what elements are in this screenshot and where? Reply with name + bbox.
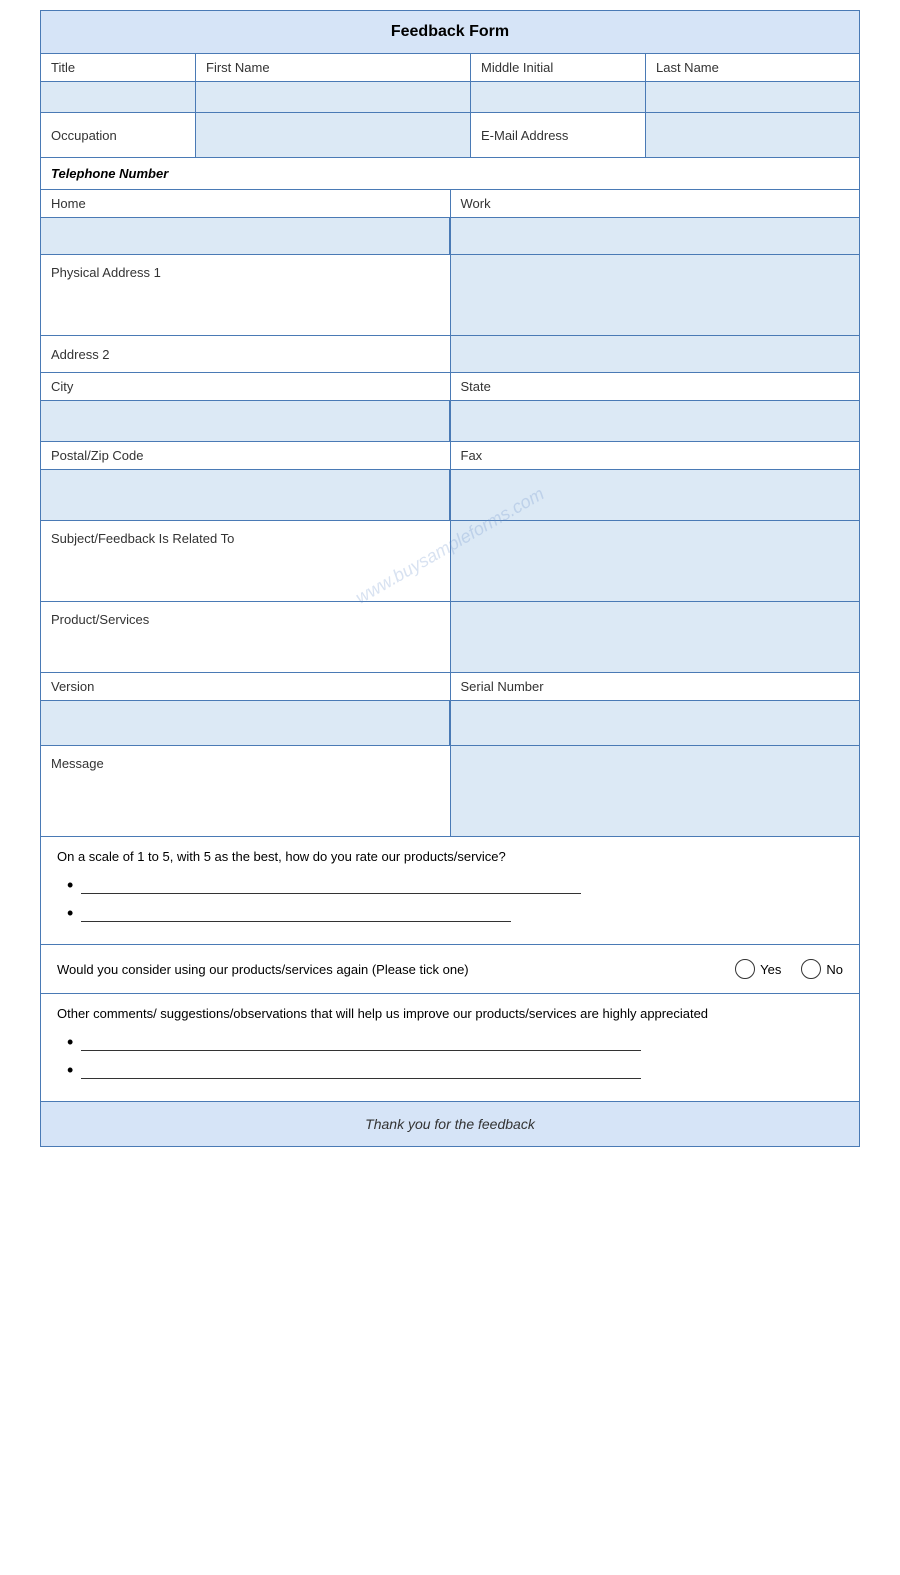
middle-initial-input[interactable]: [471, 82, 646, 112]
comments-bullet-2: •: [57, 1061, 843, 1079]
firstname-input[interactable]: [196, 82, 471, 112]
subject-label: Subject/Feedback Is Related To: [41, 521, 451, 601]
subject-input[interactable]: [451, 521, 860, 601]
fax-input[interactable]: [450, 470, 859, 520]
lastname-input[interactable]: [646, 82, 859, 112]
firstname-label: First Name: [196, 54, 471, 81]
comments-section: Other comments/ suggestions/observations…: [41, 994, 859, 1102]
bullet-icon-2: •: [67, 904, 73, 922]
rating-line-2: [81, 906, 511, 922]
comment-bullet-icon-1: •: [67, 1033, 73, 1051]
address2-input[interactable]: [451, 336, 860, 372]
feedback-form: Feedback Form Title First Name Middle In…: [40, 10, 860, 1147]
rating-bullet-2: •: [57, 904, 843, 922]
work-label: Work: [451, 190, 860, 217]
yesno-question: Would you consider using our products/se…: [57, 962, 715, 977]
form-footer: Thank you for the feedback: [41, 1102, 859, 1146]
yesno-section: Would you consider using our products/se…: [41, 945, 859, 994]
bullet-icon-1: •: [67, 876, 73, 894]
comment-bullet-icon-2: •: [67, 1061, 73, 1079]
telephone-header: Telephone Number: [41, 158, 859, 190]
email-input[interactable]: [646, 113, 859, 157]
address2-label: Address 2: [41, 336, 451, 372]
product-label: Product/Services: [41, 602, 451, 672]
form-title: Feedback Form: [41, 11, 859, 54]
city-label: City: [41, 373, 451, 400]
yes-radio[interactable]: [735, 959, 755, 979]
rating-section: On a scale of 1 to 5, with 5 as the best…: [41, 837, 859, 945]
rating-question: On a scale of 1 to 5, with 5 as the best…: [57, 849, 843, 864]
title-input[interactable]: [41, 82, 196, 112]
version-label: Version: [41, 673, 451, 700]
state-label: State: [451, 373, 860, 400]
version-input[interactable]: [41, 701, 450, 745]
state-input[interactable]: [450, 401, 859, 441]
email-label: E-Mail Address: [471, 113, 646, 157]
no-radio[interactable]: [801, 959, 821, 979]
yes-label: Yes: [760, 962, 781, 977]
yes-option[interactable]: Yes: [735, 959, 781, 979]
rating-bullet-1: •: [57, 876, 843, 894]
serial-input[interactable]: [450, 701, 859, 745]
message-label: Message: [41, 746, 451, 836]
rating-line-1: [81, 878, 581, 894]
product-input[interactable]: [451, 602, 860, 672]
comments-question: Other comments/ suggestions/observations…: [57, 1006, 843, 1021]
address1-label: Physical Address 1: [41, 255, 451, 335]
work-input[interactable]: [450, 218, 859, 254]
home-input[interactable]: [41, 218, 450, 254]
comments-line-1: [81, 1035, 641, 1051]
postal-label: Postal/Zip Code: [41, 442, 451, 469]
middle-initial-label: Middle Initial: [471, 54, 646, 81]
message-input[interactable]: [451, 746, 860, 836]
serial-label: Serial Number: [451, 673, 860, 700]
occupation-label: Occupation: [41, 113, 196, 157]
city-input[interactable]: [41, 401, 450, 441]
postal-input[interactable]: [41, 470, 450, 520]
comments-line-2: [81, 1063, 641, 1079]
no-option[interactable]: No: [801, 959, 843, 979]
no-label: No: [826, 962, 843, 977]
fax-label: Fax: [451, 442, 860, 469]
title-label: Title: [41, 54, 196, 81]
lastname-label: Last Name: [646, 54, 859, 81]
address1-input[interactable]: [451, 255, 860, 335]
home-label: Home: [41, 190, 451, 217]
occupation-input[interactable]: [196, 113, 471, 157]
comments-bullet-1: •: [57, 1033, 843, 1051]
